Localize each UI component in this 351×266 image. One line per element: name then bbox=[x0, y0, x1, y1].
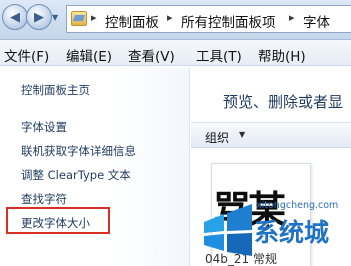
breadcrumb-chevron-icon[interactable]: ▸ bbox=[167, 11, 173, 24]
breadcrumb-chevron-icon[interactable]: ▸ bbox=[289, 11, 295, 24]
highlight-box bbox=[6, 207, 110, 234]
task-link-adjust-cleartype[interactable]: 调整 ClearType 文本 bbox=[21, 167, 131, 183]
back-button[interactable]: ◀ bbox=[2, 4, 28, 30]
forward-button[interactable]: ▶ bbox=[26, 4, 52, 30]
watermark-brand: 系统城 bbox=[254, 218, 330, 247]
breadcrumb[interactable]: ▸ 控制面板 ▸ 所有控制面板项 ▸ 字体 bbox=[66, 5, 351, 33]
breadcrumb-all-items[interactable]: 所有控制面板项 bbox=[181, 11, 276, 31]
dropdown-arrow-icon[interactable]: ▼ bbox=[239, 130, 245, 139]
menu-tools[interactable]: 工具(T) bbox=[196, 45, 242, 65]
back-arrow-icon: ◀ bbox=[10, 9, 20, 25]
breadcrumb-fonts[interactable]: 字体 bbox=[303, 11, 330, 31]
menu-bar: 文件(F) 编辑(E) 查看(V) 工具(T) 帮助(H) bbox=[0, 40, 351, 66]
address-bar: ◀ ▶ ▼ ▸ 控制面板 ▸ 所有控制面板项 ▸ 字体 bbox=[0, 0, 351, 40]
breadcrumb-chevron-icon[interactable]: ▸ bbox=[91, 11, 97, 24]
pane-heading: 预览、删除或者显 bbox=[223, 93, 344, 111]
menu-file[interactable]: 文件(F) bbox=[4, 45, 49, 65]
menu-edit[interactable]: 编辑(E) bbox=[66, 45, 112, 65]
forward-arrow-icon: ▶ bbox=[34, 9, 44, 25]
folder-icon bbox=[71, 11, 87, 26]
task-link-control-panel-home[interactable]: 控制面板主页 bbox=[21, 82, 90, 98]
breadcrumb-control-panel[interactable]: 控制面板 bbox=[105, 11, 159, 31]
windows-logo-icon bbox=[204, 204, 252, 256]
task-link-find-character[interactable]: 查找字符 bbox=[21, 191, 67, 207]
watermark-url: xitongcheng.com bbox=[256, 200, 339, 211]
menu-view[interactable]: 查看(V) bbox=[128, 45, 175, 65]
recent-pages-dropdown-icon[interactable]: ▼ bbox=[52, 13, 58, 22]
task-link-get-font-info-online[interactable]: 联机获取字体详细信息 bbox=[21, 143, 136, 159]
organize-button[interactable]: 组织 bbox=[205, 129, 229, 146]
task-link-font-settings[interactable]: 字体设置 bbox=[21, 119, 67, 135]
command-bar: 组织 ▼ bbox=[191, 122, 351, 148]
menu-help[interactable]: 帮助(H) bbox=[258, 45, 306, 65]
task-pane: 控制面板主页 字体设置 联机获取字体详细信息 调整 ClearType 文本 查… bbox=[0, 67, 190, 266]
